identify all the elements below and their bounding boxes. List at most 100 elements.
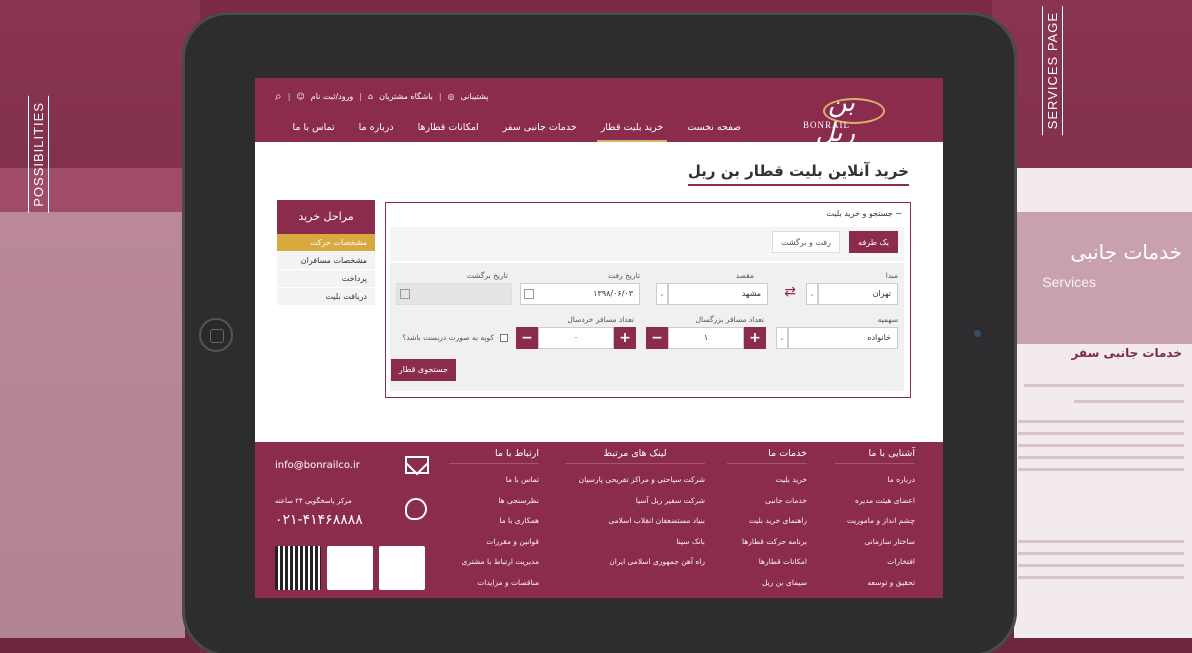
footer-link[interactable]: مدیریت ارتباط با مشتری [449, 552, 539, 573]
search-panel-heading[interactable]: − جستجو و خرید بلیت [827, 209, 902, 218]
phone-number[interactable]: ۰۲۱-۴۱۴۶۸۸۸۸ [275, 512, 363, 528]
search-icon[interactable]: ⌕ [275, 89, 282, 104]
footer-link[interactable]: تماس با ما [449, 470, 539, 491]
footer-link[interactable]: خدمات جانبی [727, 491, 807, 512]
email-link[interactable]: info@bonrailco.ir [275, 460, 360, 471]
footer-link[interactable]: نظرسنجی ها [449, 491, 539, 512]
nav-train-facilities[interactable]: امکانات قطارها [406, 118, 491, 142]
chevron-down-icon[interactable]: ⌄ [776, 327, 788, 349]
background-right-heading: خدمات جانبی سفر [1071, 346, 1182, 360]
chevron-down-icon[interactable]: ⌄ [656, 283, 668, 305]
envelope-icon [405, 456, 429, 474]
phone-icon [405, 498, 427, 520]
step-item: دریافت بلیت [277, 288, 375, 306]
footer-link[interactable]: راه آهن جمهوری اسلامی ایران [565, 552, 705, 573]
footer-link[interactable]: مناقصات و مزایدات [449, 573, 539, 594]
purchase-steps: مراحل خرید مشخصات حرکت مشخصات مسافران پر… [277, 200, 375, 306]
home-button [199, 318, 233, 352]
nav-services[interactable]: خدمات جانبی سفر [491, 118, 589, 142]
footer-link[interactable]: تحقیق و توسعه [835, 573, 915, 594]
nav-contact[interactable]: تماس با ما [280, 118, 346, 142]
user-icon: ☺ [296, 92, 305, 101]
footer-related: لینک های مرتبط شرکت سیاحتی و مراکز تفریح… [565, 448, 705, 573]
footer-link[interactable]: همکاری با ما [449, 511, 539, 532]
footer-link[interactable]: شرکت سیاحتی و مراکز تفریحی پارسیان [565, 470, 705, 491]
footer-link[interactable]: خرید بلیت [727, 470, 807, 491]
background-line [1018, 456, 1184, 459]
certificate-badge-icon[interactable] [379, 546, 425, 590]
qr-code-icon[interactable] [275, 546, 321, 590]
round-trip-button[interactable]: رفت و برگشت [772, 231, 840, 253]
footer-link[interactable]: راهنمای خرید بلیت [727, 511, 807, 532]
adults-decrement-button[interactable]: − [646, 327, 668, 349]
calendar-icon [400, 289, 410, 299]
footer-link[interactable]: درباره ما [835, 470, 915, 491]
camera-dot [974, 330, 981, 337]
search-train-button[interactable]: جستجوی قطار [390, 359, 456, 381]
footer-contact-links: ارتباط با ما تماس با ما نظرسنجی ها همکار… [449, 448, 539, 593]
children-value[interactable]: ۰ [538, 327, 614, 349]
coupe-checkbox[interactable] [500, 334, 508, 342]
footer-link[interactable]: سیمای بن ریل [727, 573, 807, 594]
enamad-badge-icon[interactable] [327, 546, 373, 590]
adults-value[interactable]: ۱ [668, 327, 744, 349]
logo-en-text: BONRAIL [803, 120, 850, 130]
return-date-input [396, 283, 512, 305]
main-nav: صفحه نخست خرید بلیت قطار خدمات جانبی سفر… [280, 118, 753, 142]
nav-buy-ticket[interactable]: خرید بلیت قطار [589, 118, 676, 142]
coupe-label: کوپه به صورت دربست باشد؟ [402, 333, 494, 342]
swap-icon[interactable]: ⇄ [784, 284, 796, 300]
club-icon: ⌂ [368, 92, 374, 101]
club-link[interactable]: باشگاه مشتریان [379, 92, 433, 101]
calendar-icon[interactable] [524, 289, 534, 299]
site-header: بن ریل BONRAIL ⌕ | ☺ ورود/ثبت نام | ⌂ با… [255, 78, 943, 148]
children-decrement-button[interactable]: − [516, 327, 538, 349]
background-right-subtitle: Services [1042, 274, 1096, 290]
footer-link[interactable]: افتخارات [835, 552, 915, 573]
top-links: ⌕ | ☺ ورود/ثبت نام | ⌂ باشگاه مشتریان | … [275, 89, 489, 104]
step-item: پرداخت [277, 270, 375, 288]
page-title: خرید آنلاین بلیت قطار بن ریل [687, 162, 909, 186]
footer-about-title: آشنایی با ما [835, 448, 915, 464]
footer-services: خدمات ما خرید بلیت خدمات جانبی راهنمای خ… [727, 448, 807, 593]
children-increment-button[interactable]: + [614, 327, 636, 349]
trust-badges [275, 546, 425, 590]
footer-link[interactable]: شرکت سفیر ریل آسیا [565, 491, 705, 512]
footer-link[interactable]: قوانین و مقررات [449, 532, 539, 553]
background-line [1024, 384, 1184, 387]
one-way-button[interactable]: یک طرفه [849, 231, 898, 253]
phone-label: مرکز پاسخگویی ۲۴ ساعته [275, 497, 352, 505]
nav-about[interactable]: درباره ما [347, 118, 406, 142]
origin-select[interactable]: تهران [818, 283, 898, 305]
origin-label: مبدا [885, 271, 898, 280]
quota-label: سهمیه [877, 315, 898, 324]
footer-link[interactable]: اعضای هیئت مدیره [835, 491, 915, 512]
quota-select[interactable]: خانواده [788, 327, 898, 349]
background-left-panel [0, 168, 185, 638]
footer-link[interactable]: امکانات قطارها [727, 552, 807, 573]
footer-related-title: لینک های مرتبط [565, 448, 705, 464]
destination-select[interactable]: مشهد [668, 283, 768, 305]
support-icon: ◎ [447, 92, 455, 101]
login-link[interactable]: ورود/ثبت نام [311, 92, 354, 101]
background-line [1018, 420, 1184, 423]
adults-increment-button[interactable]: + [744, 327, 766, 349]
logo-text: بن ریل [815, 88, 855, 148]
background-line [1018, 564, 1184, 567]
footer-link[interactable]: چشم انداز و ماموریت [835, 511, 915, 532]
site-logo[interactable]: بن ریل BONRAIL [803, 84, 915, 148]
search-form: مبدا تهران ⌄ ⇄ مقصد مشهد ⌄ تاریخ رفت ۱۳۹… [390, 263, 904, 391]
footer-link[interactable]: ساختار سازمانی [835, 532, 915, 553]
footer-link[interactable]: بنیاد مستضعفان انقلاب اسلامی [565, 511, 705, 532]
nav-home[interactable]: صفحه نخست [675, 118, 753, 142]
depart-date-input[interactable]: ۱۳۹۸/۰۶/۰۳ [520, 283, 640, 305]
steps-title: مراحل خرید [277, 200, 375, 234]
support-link[interactable]: پشتیبانی [461, 92, 489, 101]
background-line [1018, 468, 1184, 471]
background-line [1074, 400, 1184, 403]
chevron-down-icon[interactable]: ⌄ [806, 283, 818, 305]
step-item: مشخصات حرکت [277, 234, 375, 252]
footer-link[interactable]: برنامه حرکت قطارها [727, 532, 807, 553]
return-date-label: تاریخ برگشت [466, 271, 508, 280]
footer-link[interactable]: بانک سینا [565, 532, 705, 553]
